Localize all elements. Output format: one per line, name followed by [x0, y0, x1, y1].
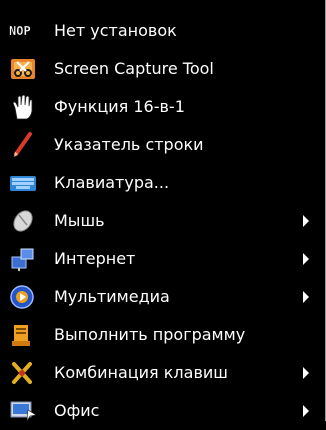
hand-icon: [8, 93, 38, 121]
menu-item-office[interactable]: Офис: [0, 392, 325, 430]
menu-item-label: Функция 16-в-1: [54, 97, 185, 116]
submenu-arrow-icon: [303, 291, 309, 303]
network-icon: [8, 245, 38, 273]
menu-item-label: Клавиатура...: [54, 173, 170, 192]
menu-item-label: Офис: [54, 401, 100, 420]
menu-item-multimedia[interactable]: Мультимедиа: [0, 278, 325, 316]
submenu-arrow-icon: [303, 367, 309, 379]
scissors-icon: [8, 55, 38, 83]
run-program-icon: [8, 321, 38, 349]
menu-item-hotkeys[interactable]: Комбинация клавиш: [0, 354, 325, 392]
menu-item-label: Комбинация клавиш: [54, 363, 228, 382]
mouse-icon: [8, 207, 38, 235]
context-menu: NOP Нет установок Screen Capture Tool Фу…: [0, 0, 326, 422]
menu-item-line-pointer[interactable]: Указатель строки: [0, 126, 325, 164]
menu-item-label: Нет установок: [54, 21, 177, 40]
menu-item-label: Screen Capture Tool: [54, 59, 214, 78]
menu-item-keyboard[interactable]: Клавиатура...: [0, 164, 325, 202]
media-icon: [8, 283, 38, 311]
pen-icon: [8, 131, 38, 159]
submenu-arrow-icon: [303, 215, 309, 227]
menu-item-mouse[interactable]: Мышь: [0, 202, 325, 240]
menu-item-label: Выполнить программу: [54, 325, 246, 344]
submenu-arrow-icon: [303, 405, 309, 417]
menu-item-16-in-1[interactable]: Функция 16-в-1: [0, 88, 325, 126]
menu-item-no-settings[interactable]: NOP Нет установок: [0, 12, 325, 50]
menu-item-label: Интернет: [54, 249, 136, 268]
menu-item-label: Мультимедиа: [54, 287, 170, 306]
submenu-arrow-icon: [303, 253, 309, 265]
svg-text:NOP: NOP: [9, 24, 31, 38]
hotkey-icon: [8, 359, 38, 387]
keyboard-icon: [8, 169, 38, 197]
menu-item-run-program[interactable]: Выполнить программу: [0, 316, 325, 354]
menu-item-internet[interactable]: Интернет: [0, 240, 325, 278]
menu-item-label: Указатель строки: [54, 135, 204, 154]
menu-item-screen-capture[interactable]: Screen Capture Tool: [0, 50, 325, 88]
menu-item-label: Мышь: [54, 211, 105, 230]
nop-icon: NOP: [8, 17, 38, 45]
